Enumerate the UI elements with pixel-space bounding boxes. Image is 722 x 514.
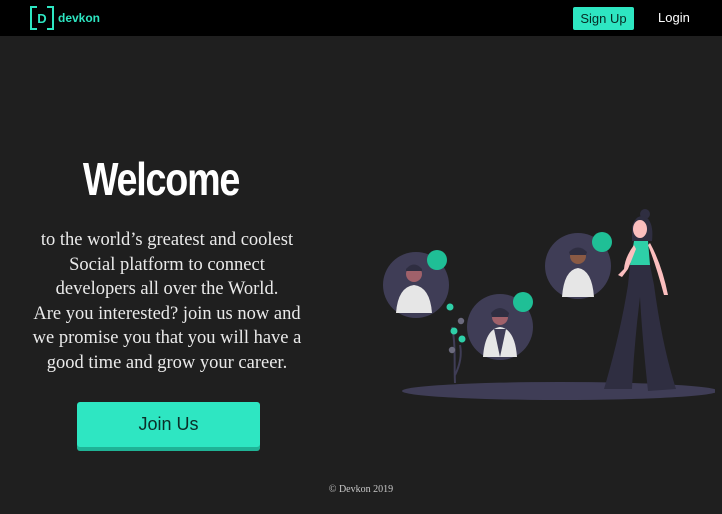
login-link[interactable]: Login <box>658 10 690 25</box>
hero-text-line: Social platform to connect <box>69 254 265 275</box>
logo-text: devkon <box>58 11 101 25</box>
hero-text-line: to the world’s greatest and coolest <box>40 230 294 250</box>
signup-button[interactable]: Sign Up <box>573 7 634 30</box>
avatar-circle-3 <box>545 232 612 299</box>
logo-letter: D <box>37 10 47 26</box>
woman-figure <box>604 209 676 391</box>
avatar-circle-2 <box>467 292 533 360</box>
plant-icon <box>446 303 466 384</box>
footer-copyright: © Devkon 2019 <box>328 484 394 495</box>
logo-bracket-icon: D <box>30 6 54 30</box>
hero-title: Welcome <box>82 153 241 205</box>
join-us-button[interactable]: Join Us <box>77 402 260 447</box>
navbar: D devkon Sign Up Login <box>0 0 722 36</box>
avatar-circle-1 <box>383 250 449 318</box>
logo[interactable]: D devkon <box>30 5 100 31</box>
hero-text-line: we promise you that you will have a <box>32 328 302 348</box>
people-illustration <box>383 209 715 400</box>
hero-text-line: developers all over the World. <box>55 279 279 299</box>
hero-description: to the world’s greatest and coolest Soci… <box>14 228 320 375</box>
hero-text-line: good time and grow your career. <box>46 352 288 373</box>
hero-text-line: Are you interested? join us now and <box>33 303 301 324</box>
